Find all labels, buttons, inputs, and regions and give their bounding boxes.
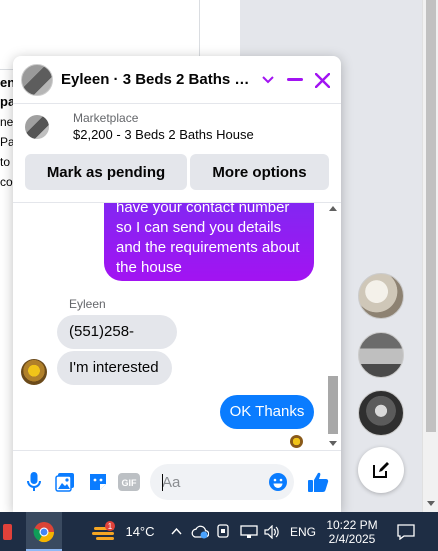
background-text: to [0,155,11,169]
emoji-icon[interactable] [267,471,289,493]
minimize-icon[interactable] [285,70,305,90]
network-icon[interactable] [238,512,260,551]
temperature-label[interactable]: 14°C [123,512,157,551]
microphone-icon[interactable] [23,471,45,493]
outgoing-message: OK Thanks [220,395,314,429]
language-indicator[interactable]: ENG [287,512,319,551]
scroll-up-arrow-icon[interactable] [329,206,337,211]
message-scrollbar[interactable] [325,202,341,450]
taskbar-app-icon[interactable] [0,512,18,551]
listing-description: $2,200 - 3 Beds 2 Baths House [73,127,254,142]
chat-window: Eyleen · 3 Beds 2 Baths House Marketplac… [13,56,341,512]
weather-badge: 1 [108,522,113,531]
language-text: ENG [289,524,316,539]
scroll-down-arrow-icon[interactable] [427,501,435,506]
chat-head-house-3[interactable] [358,390,404,436]
message-scrollbar-thumb[interactable] [328,376,338,434]
thumbs-up-icon[interactable] [307,471,329,493]
clock[interactable]: 10:22 PM 2/4/2025 [322,512,382,551]
text-cursor [162,474,163,491]
chat-head-house-2[interactable] [358,332,404,378]
weather-icon[interactable]: 1 [90,512,120,551]
page-scrollbar[interactable] [422,0,438,512]
chrome-icon[interactable] [26,512,62,551]
gif-icon[interactable]: GIF [118,471,140,493]
sender-avatar [21,359,47,385]
listing-label: Marketplace [73,111,139,125]
scroll-down-arrow-icon[interactable] [329,441,337,446]
listing-info: Marketplace $2,200 - 3 Beds 2 Baths Hous… [73,110,254,144]
background-text: co [0,175,13,189]
volume-icon[interactable] [262,512,282,551]
notification-icon[interactable] [392,512,420,551]
chevron-down-icon[interactable] [258,70,278,90]
conversation-avatar[interactable] [21,63,53,96]
meet-now-icon[interactable] [214,512,232,551]
conversation-title[interactable]: Eyleen · 3 Beds 2 Baths House [61,71,257,88]
close-icon[interactable] [312,70,332,90]
message-composer: GIF [13,450,341,512]
incoming-message: (551)258-7041 [57,315,177,374]
incoming-message: I'm interested [57,351,172,385]
listing-thumbnail [25,115,49,139]
sticker-icon[interactable] [87,471,109,493]
outgoing-message: have your contact number so I can send y… [104,203,314,281]
temperature-text: 14°C [125,524,155,539]
windows-taskbar: 1 14°C ENG 10:22 PM 2/4/2025 [0,512,438,551]
marketplace-listing[interactable]: Marketplace $2,200 - 3 Beds 2 Baths Hous… [13,104,341,150]
seen-indicator-avatar [290,435,303,448]
photo-icon[interactable] [54,471,76,493]
cloud-sync-icon[interactable] [190,512,210,551]
more-options-button[interactable]: More options [190,154,329,190]
sender-name: Eyleen [69,297,106,311]
chat-header: Eyleen · 3 Beds 2 Baths House [13,56,341,104]
compose-icon [373,462,389,478]
chat-head-house-1[interactable] [358,273,404,319]
message-list: have your contact number so I can send y… [13,202,341,450]
chevron-up-icon[interactable] [168,512,184,551]
new-message-button[interactable] [358,447,404,493]
clock-time: 10:22 PM [326,517,378,532]
clock-date: 2/4/2025 [328,531,376,546]
page-scrollbar-thumb[interactable] [426,0,436,432]
svg-text:GIF: GIF [122,478,138,488]
mark-as-pending-button[interactable]: Mark as pending [25,154,187,190]
